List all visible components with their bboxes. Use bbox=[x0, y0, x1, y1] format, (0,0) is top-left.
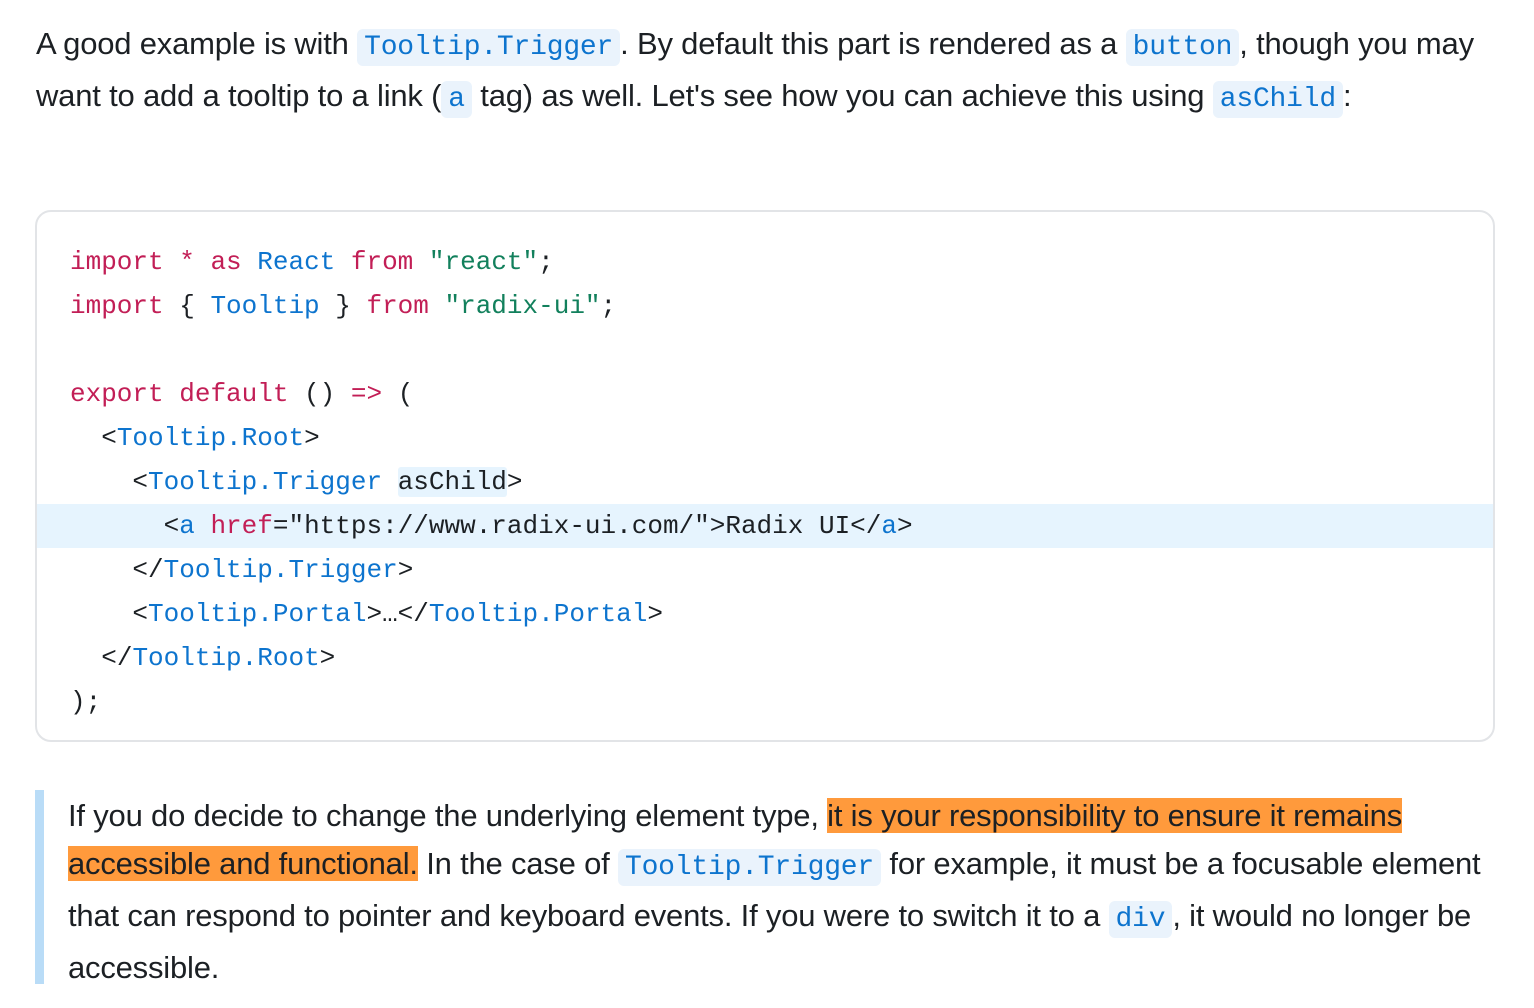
code-lines: import * as React from "react"; import {… bbox=[37, 240, 1493, 724]
intro-text: tag) as well. Let's see how you can achi… bbox=[471, 78, 1213, 113]
code-punct: () bbox=[288, 379, 351, 409]
code-keyword: export bbox=[70, 379, 164, 409]
intro-paragraph: A good example is with Tooltip.Trigger. … bbox=[36, 20, 1506, 124]
code-keyword: from bbox=[366, 291, 429, 321]
inline-code-button: button bbox=[1125, 29, 1240, 66]
code-line-6: <Tooltip.Trigger asChild> bbox=[37, 460, 1493, 504]
code-punct: < bbox=[132, 599, 149, 629]
intro-text: A good example is with bbox=[36, 26, 358, 61]
code-tag: Tooltip.Portal bbox=[428, 599, 648, 629]
code-tag: a bbox=[881, 511, 897, 541]
code-line-9: <Tooltip.Portal>…</Tooltip.Portal> bbox=[37, 592, 1493, 636]
code-block[interactable]: import * as React from "react"; import {… bbox=[35, 210, 1495, 742]
code-tag: Tooltip.Root bbox=[116, 423, 305, 453]
code-line-4: export default () => ( bbox=[37, 372, 1493, 416]
code-line-8: </Tooltip.Trigger> bbox=[37, 548, 1493, 592]
code-punct: ; bbox=[538, 247, 554, 277]
code-line-1: import * as React from "react"; bbox=[37, 240, 1493, 284]
code-string: "radix-ui" bbox=[444, 291, 601, 321]
code-tag: Tooltip.Trigger bbox=[148, 467, 383, 497]
code-tag: Tooltip.Root bbox=[132, 643, 320, 673]
code-operator: * bbox=[163, 247, 211, 277]
code-punct: < bbox=[132, 467, 149, 497]
code-string: "react" bbox=[428, 247, 539, 277]
callout-text: In the case of bbox=[417, 846, 618, 881]
code-punct: ; bbox=[600, 291, 617, 321]
code-punct: </ bbox=[101, 643, 133, 673]
code-line-10: </Tooltip.Root> bbox=[37, 636, 1493, 680]
code-keyword: import bbox=[70, 247, 164, 277]
code-tag: Tooltip.Portal bbox=[148, 599, 367, 629]
code-operator: => bbox=[350, 379, 383, 409]
code-punct: < bbox=[101, 423, 117, 453]
code-punct: < bbox=[163, 511, 180, 541]
code-punct: > bbox=[319, 643, 336, 673]
code-punct: ( bbox=[382, 379, 414, 409]
code-text: >…</ bbox=[366, 599, 429, 629]
code-identifier: Tooltip bbox=[210, 291, 320, 321]
code-punct: </ bbox=[132, 555, 164, 585]
code-punct: > bbox=[397, 555, 414, 585]
code-keyword: as bbox=[210, 247, 242, 277]
code-punct: > bbox=[647, 599, 663, 629]
inline-code-div: div bbox=[1108, 901, 1173, 938]
code-punct: { bbox=[163, 291, 211, 321]
code-punct: > bbox=[896, 511, 913, 541]
inline-code-aschild: asChild bbox=[1212, 81, 1343, 118]
code-keyword: from bbox=[350, 247, 414, 277]
code-attr-aschild: asChild bbox=[397, 467, 507, 497]
inline-code-tooltip-trigger: Tooltip.Trigger bbox=[357, 29, 621, 66]
code-punct: > bbox=[506, 467, 523, 497]
code-line-7-highlighted: <a href="https://www.radix-ui.com/">Radi… bbox=[37, 504, 1493, 548]
code-attr: href bbox=[210, 511, 273, 541]
code-tag: a bbox=[179, 511, 195, 541]
code-keyword: default bbox=[179, 379, 289, 409]
code-identifier: React bbox=[241, 247, 351, 277]
code-text: ="https://www.radix-ui.com/">Radix UI</ bbox=[272, 511, 882, 541]
callout-text: If you do decide to change the underlyin… bbox=[68, 798, 828, 833]
inline-code-a: a bbox=[441, 81, 472, 118]
code-line-2: import { Tooltip } from "radix-ui"; bbox=[37, 284, 1493, 328]
callout-blockquote: If you do decide to change the underlyin… bbox=[35, 790, 1495, 985]
callout-paragraph: If you do decide to change the underlyin… bbox=[68, 792, 1488, 992]
code-punct: ); bbox=[70, 687, 102, 717]
code-tag: Tooltip.Trigger bbox=[163, 555, 398, 585]
intro-text: . By default this part is rendered as a bbox=[620, 26, 1126, 61]
code-line-5: <Tooltip.Root> bbox=[37, 416, 1493, 460]
code-punct: } bbox=[319, 291, 367, 321]
inline-code-tooltip-trigger: Tooltip.Trigger bbox=[617, 849, 882, 886]
code-punct: > bbox=[304, 423, 320, 453]
code-keyword: import bbox=[70, 291, 164, 321]
code-line-11: ); bbox=[37, 680, 1493, 724]
intro-text: : bbox=[1342, 78, 1352, 113]
